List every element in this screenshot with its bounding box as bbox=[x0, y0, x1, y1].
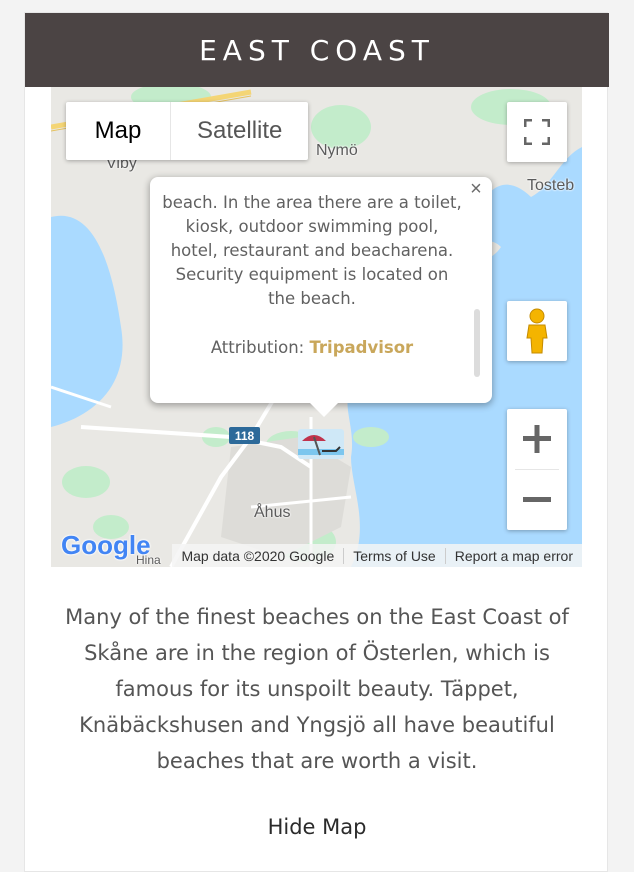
beach-marker-icon[interactable] bbox=[296, 427, 346, 461]
attribution-label: Attribution: bbox=[210, 338, 310, 357]
info-window-content: beach. In the area there are a toilet, k… bbox=[162, 191, 462, 360]
minus-icon bbox=[523, 497, 551, 502]
report-map-error-link[interactable]: Report a map error bbox=[444, 547, 582, 564]
map-footer: Map data ©2020 Google Terms of Use Repor… bbox=[172, 544, 582, 567]
map-data-text: Map data ©2020 Google bbox=[181, 547, 335, 564]
google-logo-text: Google bbox=[61, 530, 151, 560]
map-type-control: Map Satellite bbox=[66, 102, 309, 160]
section-title: EAST COAST bbox=[25, 13, 609, 87]
satellite-button[interactable]: Satellite bbox=[171, 102, 308, 160]
zoom-in-button[interactable] bbox=[507, 409, 567, 469]
fullscreen-icon bbox=[524, 119, 550, 145]
hide-map-button[interactable]: Hide Map bbox=[25, 815, 609, 839]
info-window-text: beach. In the area there are a toilet, k… bbox=[162, 193, 462, 308]
place-label-tosteb: Tosteb bbox=[527, 177, 575, 194]
zoom-control bbox=[507, 409, 567, 530]
place-label-nymo: Nymö bbox=[316, 142, 358, 159]
place-label-ahus: Åhus bbox=[254, 504, 291, 521]
map-button[interactable]: Map bbox=[66, 102, 171, 160]
street-view-button[interactable] bbox=[507, 301, 567, 361]
google-map[interactable]: Viby Nymö Tosteb Åhus Hina 118 Map Satel… bbox=[51, 87, 582, 567]
east-coast-card: EAST COAST Viby Nymö Tosteb Åhus Hina 11… bbox=[24, 12, 609, 872]
attribution-link[interactable]: Tripadvisor bbox=[309, 338, 413, 357]
terms-of-use-link[interactable]: Terms of Use bbox=[343, 547, 444, 564]
google-logo[interactable]: Google bbox=[61, 530, 151, 561]
fullscreen-button[interactable] bbox=[507, 102, 567, 162]
close-icon[interactable]: × bbox=[466, 179, 486, 199]
zoom-out-button[interactable] bbox=[507, 470, 567, 530]
info-window: × beach. In the area there are a toilet,… bbox=[150, 177, 492, 417]
road-number-badge: 118 bbox=[229, 427, 260, 444]
attribution: Attribution: Tripadvisor bbox=[162, 336, 462, 360]
description-text: Many of the finest beaches on the East C… bbox=[65, 605, 569, 773]
plus-icon bbox=[523, 425, 551, 453]
pegman-icon bbox=[526, 308, 548, 354]
info-window-scrollbar[interactable] bbox=[474, 309, 480, 377]
